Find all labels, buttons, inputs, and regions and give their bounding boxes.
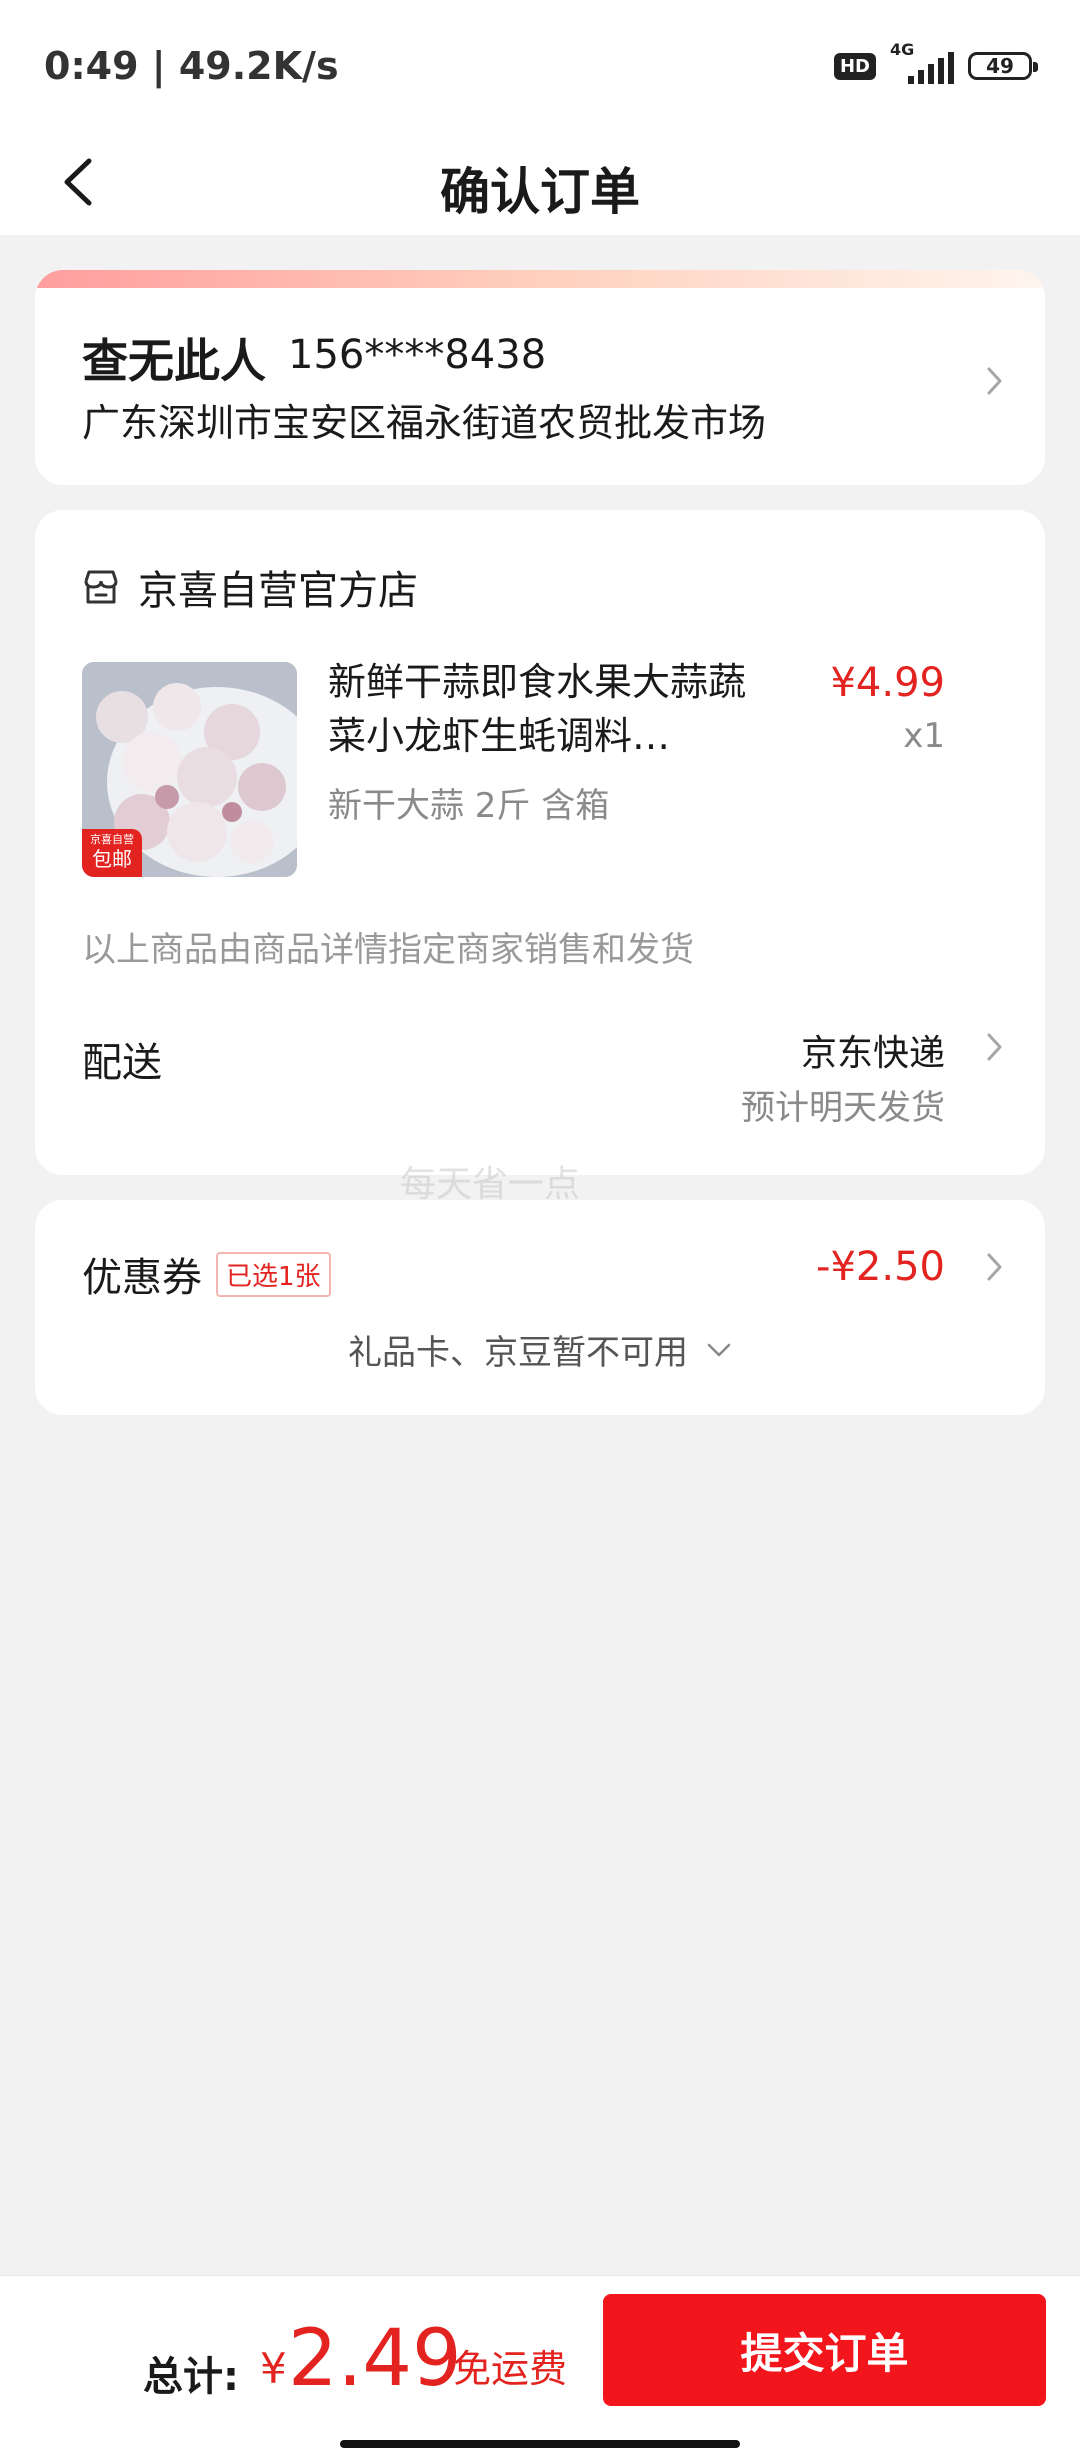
- product-spec: 新干大蒜 2斤 含箱: [328, 786, 610, 826]
- submit-order-button[interactable]: 提交订单: [603, 2294, 1046, 2406]
- store-name: 京喜自营官方店: [138, 568, 418, 614]
- tag-line-2: 包邮: [92, 847, 132, 871]
- signal-icon: 4G: [890, 40, 954, 84]
- status-bar: 0:49 | 49.2K/s HD 4G 49: [0, 0, 1080, 130]
- address-card[interactable]: 查无此人 156****8438 广东深圳市宝安区福永街道农贸批发市场: [35, 270, 1045, 485]
- coupon-label: 优惠券: [82, 1255, 202, 1301]
- chevron-right-icon: [987, 367, 1002, 395]
- store-row[interactable]: 京喜自营官方店: [82, 558, 418, 616]
- tag-line-1: 京喜自营: [90, 833, 134, 846]
- delivery-estimate: 预计明天发货: [741, 1088, 945, 1128]
- checkout-bar: 总计: ¥ 2.49 免运费 提交订单: [0, 2275, 1080, 2461]
- delivery-label: 配送: [82, 1040, 162, 1086]
- product-title[interactable]: 新鲜干蒜即食水果大蒜蔬菜小龙虾生蚝调料…: [328, 655, 758, 763]
- store-icon: [84, 570, 118, 604]
- recipient-phone: 156****8438: [288, 332, 547, 378]
- battery-icon: 49: [968, 52, 1038, 80]
- status-time: 0:49 | 49.2K/s: [44, 44, 339, 88]
- gift-card-toggle[interactable]: 礼品卡、京豆暂不可用: [35, 1325, 1045, 1374]
- free-shipping-label: 免运费: [453, 2347, 568, 2391]
- address-detail: 广东深圳市宝安区福永街道农贸批发市场: [82, 401, 767, 445]
- total-currency: ¥: [260, 2344, 287, 2393]
- chevron-right-icon[interactable]: [985, 1252, 1003, 1282]
- nav-bar: 确认订单: [0, 130, 1080, 235]
- battery-level: 49: [986, 54, 1014, 78]
- chevron-down-icon: [707, 1343, 731, 1356]
- product-image[interactable]: 京喜自营 包邮: [82, 662, 297, 877]
- coupon-selected-badge: 已选1张: [216, 1252, 331, 1297]
- self-operated-tag: 京喜自营 包邮: [82, 829, 142, 877]
- gift-card-text: 礼品卡、京豆暂不可用: [348, 1333, 688, 1373]
- seller-note: 以上商品由商品详情指定商家销售和发货: [82, 930, 694, 970]
- status-icons: HD 4G 49: [833, 40, 1038, 84]
- product-price: ¥4.99: [830, 660, 945, 706]
- total-label: 总计:: [143, 2354, 239, 2400]
- order-card: 京喜自营官方店 京喜自营 包邮 新鲜干蒜即食水果大蒜蔬菜小龙虾生蚝调料… 新干大…: [35, 510, 1045, 1175]
- address-accent-stripe: [35, 270, 1045, 288]
- coupon-discount[interactable]: -¥2.50: [816, 1244, 945, 1290]
- product-quantity: x1: [903, 716, 945, 756]
- delivery-method[interactable]: 京东快递: [801, 1024, 945, 1076]
- home-indicator[interactable]: [340, 2440, 740, 2448]
- coupon-card: 优惠券 已选1张 -¥2.50 礼品卡、京豆暂不可用: [35, 1200, 1045, 1415]
- total-amount: 2.49: [288, 2314, 462, 2404]
- chevron-right-icon[interactable]: [985, 1032, 1003, 1062]
- hd-icon: HD: [833, 52, 876, 80]
- page-title: 确认订单: [440, 163, 640, 221]
- recipient-name: 查无此人: [82, 334, 266, 388]
